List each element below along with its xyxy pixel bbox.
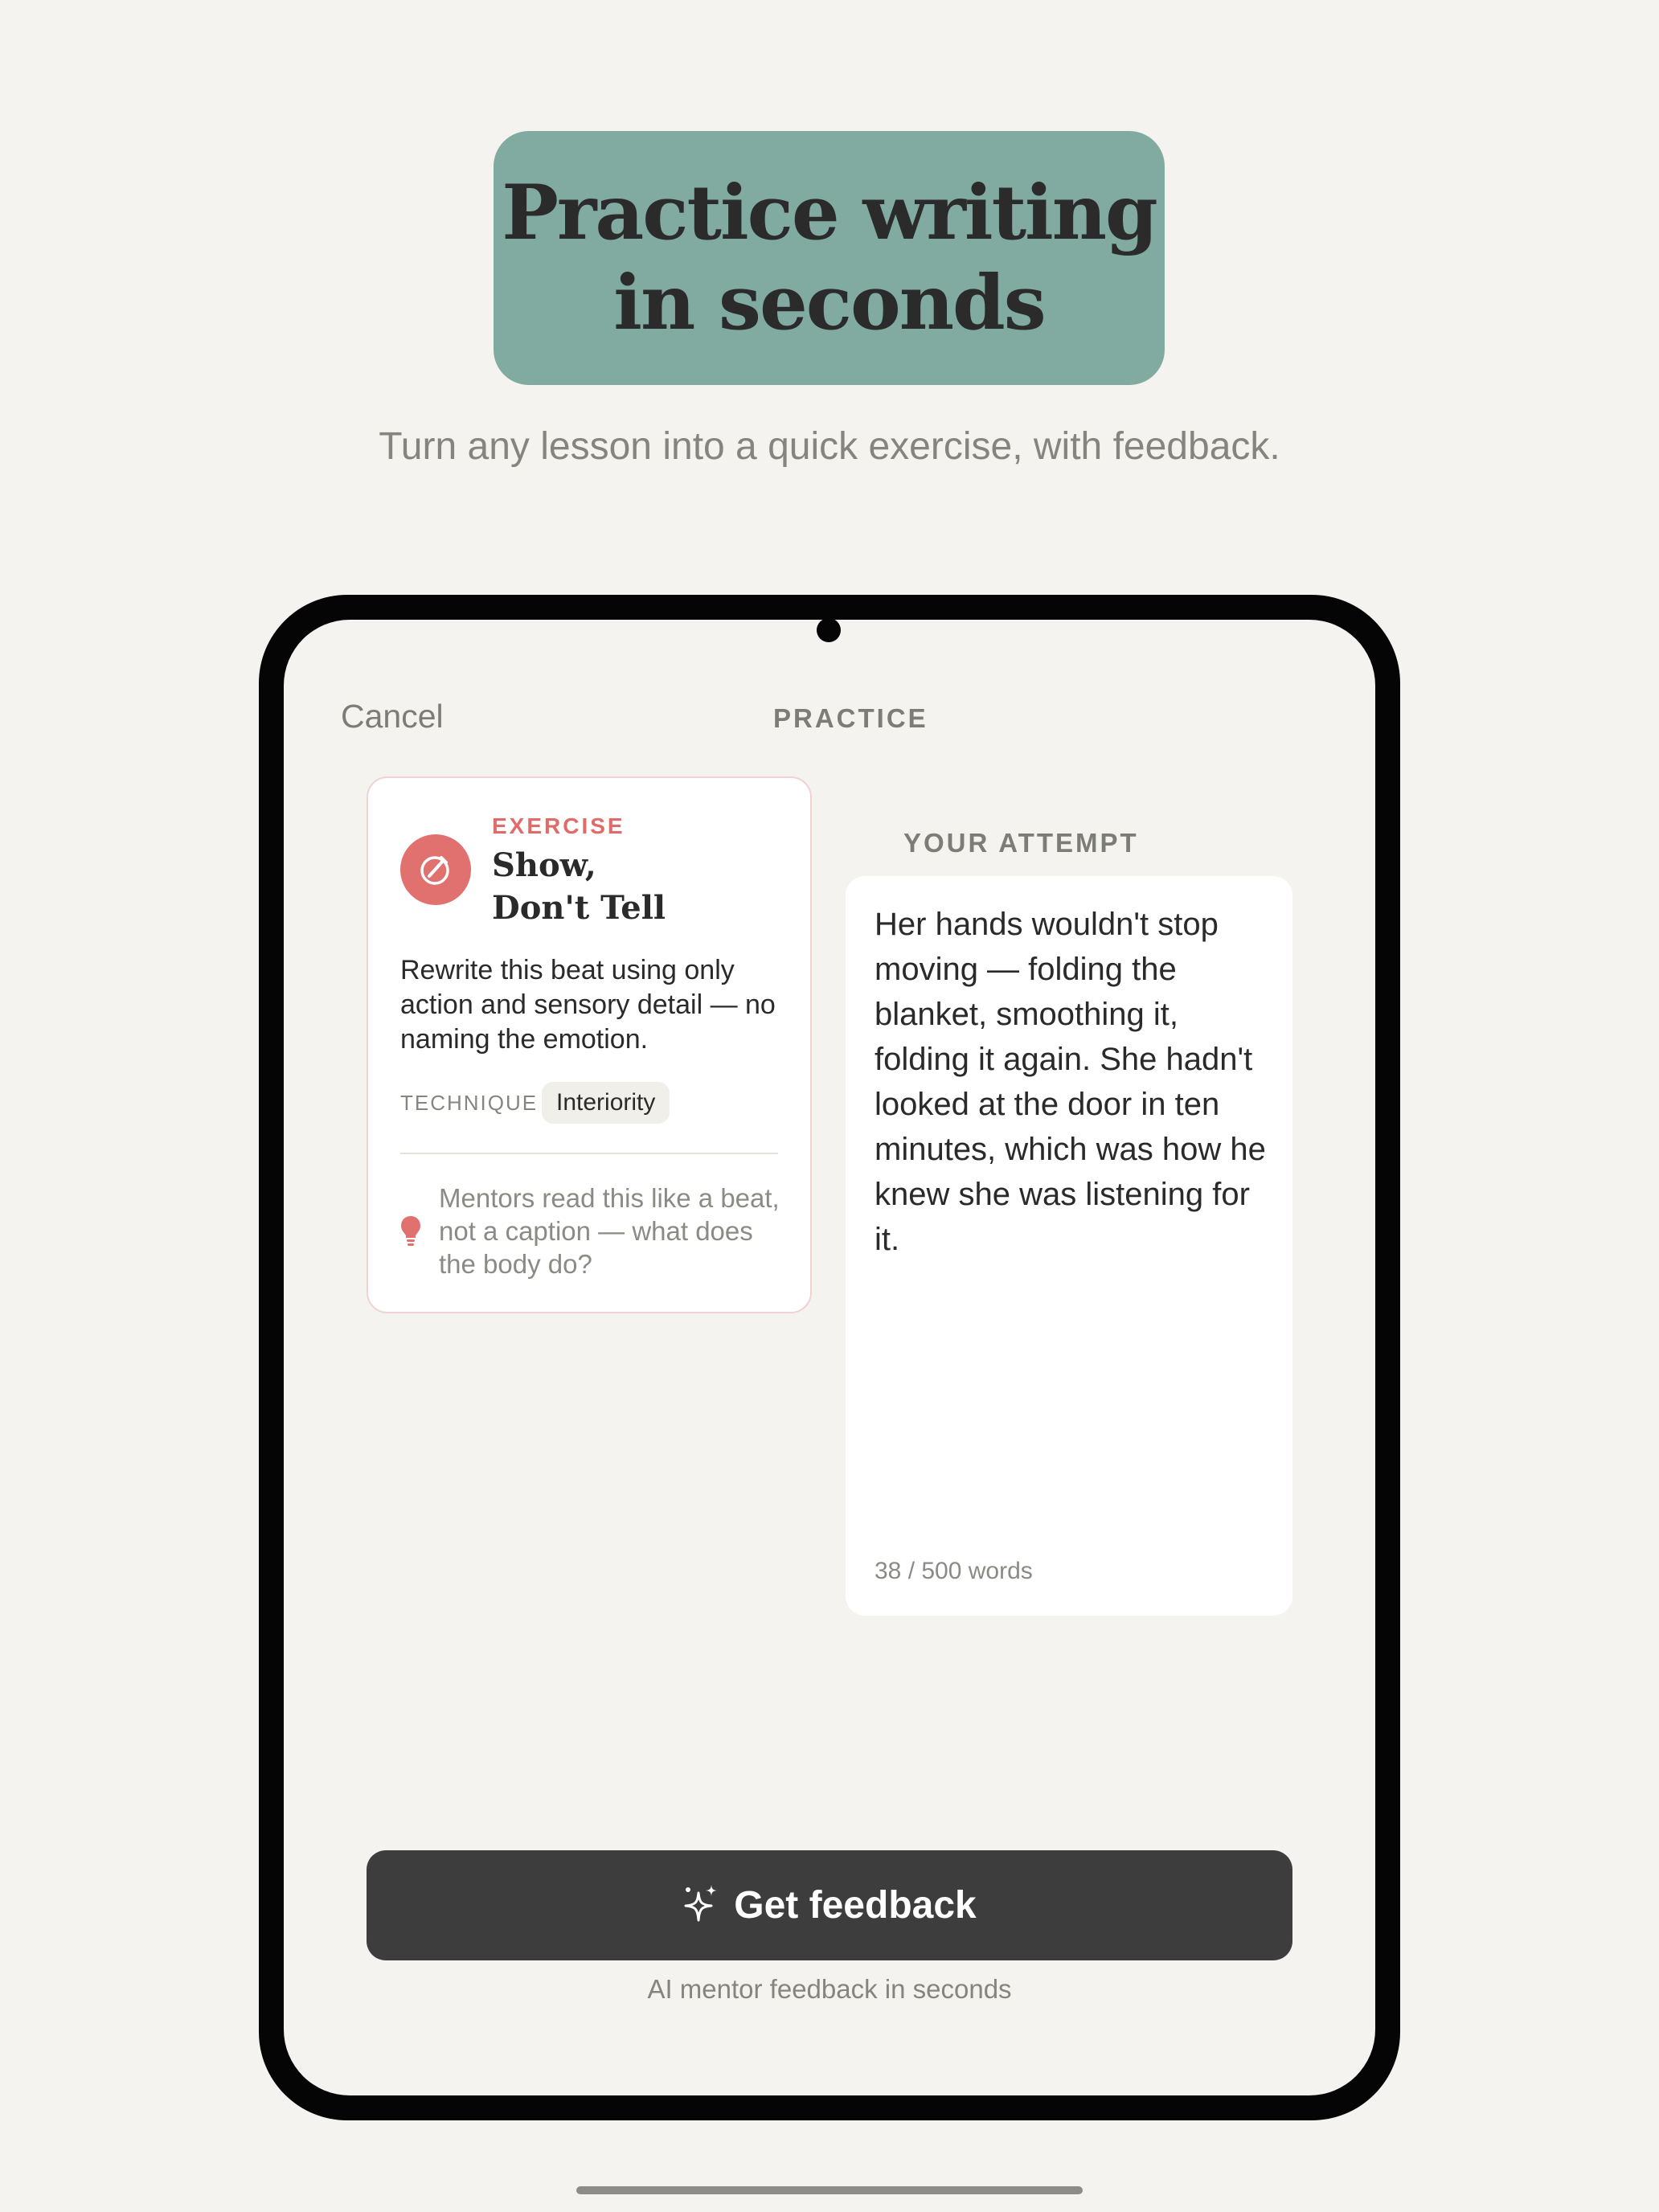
headline-banner: Practice writing in seconds <box>494 131 1165 385</box>
sparkle-icon <box>682 1883 719 1927</box>
exercise-title-line-1: Show, <box>492 846 596 884</box>
attempt-text[interactable]: Her hands wouldn't stop moving — folding… <box>875 902 1276 1262</box>
exercise-title-line-2: Don't Tell <box>492 889 666 927</box>
divider <box>400 1153 778 1154</box>
page-title: PRACTICE <box>773 703 928 733</box>
exercise-title: Show, Don't Tell <box>492 844 797 929</box>
attempt-label: YOUR ATTEMPT <box>903 828 1139 858</box>
exercise-description: Rewrite this beat using only action and … <box>400 955 776 1055</box>
exercise-card: EXERCISE Show, Don't Tell Rewrite this b… <box>367 776 812 1313</box>
get-feedback-button[interactable]: Get feedback <box>367 1850 1292 1960</box>
exercise-label: EXERCISE <box>492 813 625 838</box>
home-indicator[interactable] <box>576 2186 1083 2194</box>
attempt-editor[interactable]: Her hands wouldn't stop moving — folding… <box>846 876 1292 1616</box>
pen-circle-icon <box>400 834 471 905</box>
headline-line-1: Practice writing <box>502 169 1158 257</box>
subtitle: Turn any lesson into a quick exercise, w… <box>379 425 1280 468</box>
word-count: 38 / 500 words <box>875 1558 1033 1584</box>
cancel-button[interactable]: Cancel <box>341 698 444 735</box>
feedback-caption: AI mentor feedback in seconds <box>647 1974 1012 2004</box>
exercise-tip: Mentors read this like a beat, not a cap… <box>439 1183 780 1279</box>
camera-dot <box>817 618 841 642</box>
headline-title: Practice writing in seconds <box>502 168 1158 348</box>
technique-label: TECHNIQUE <box>400 1091 539 1115</box>
get-feedback-label: Get feedback <box>734 1884 977 1927</box>
technique-chip: Interiority <box>542 1082 670 1124</box>
headline-line-2: in seconds <box>613 259 1046 347</box>
lightbulb-icon <box>400 1215 421 1251</box>
